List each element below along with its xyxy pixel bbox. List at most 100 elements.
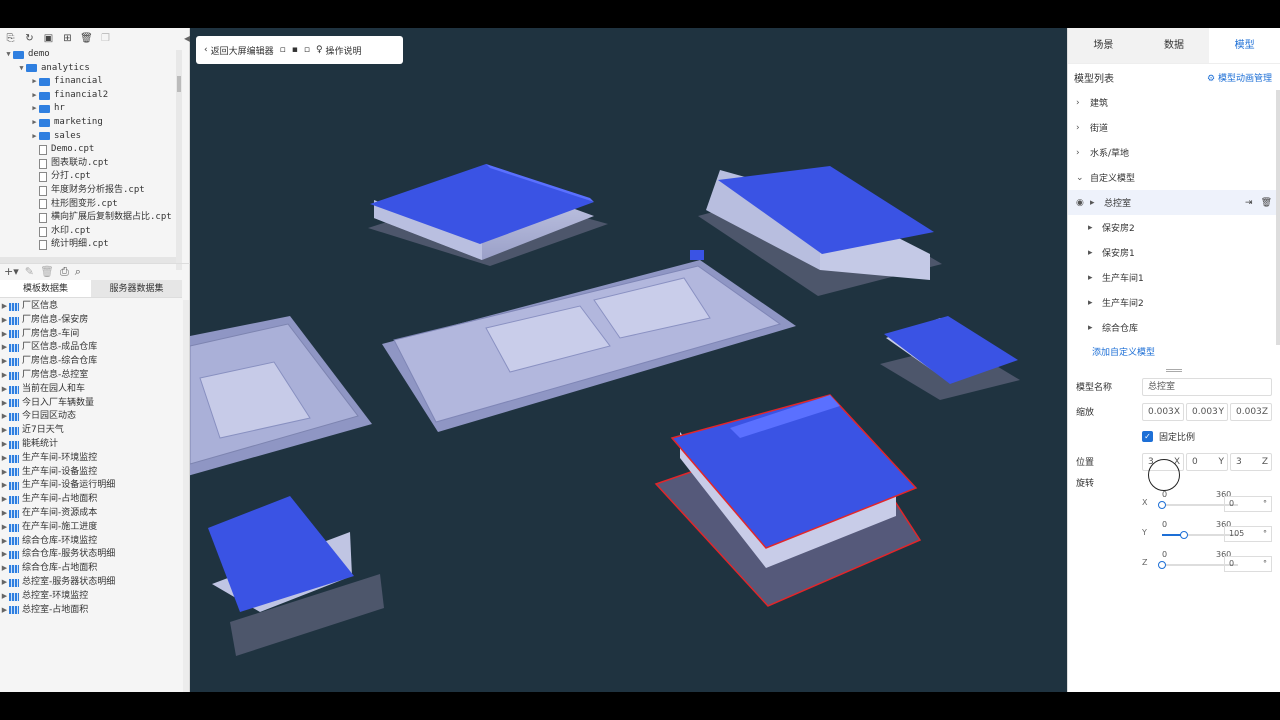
scale-input[interactable]: 0.003 Z [1230,402,1272,421]
add-dataset-icon[interactable]: +▾ [4,265,19,278]
expand-toggle-icon[interactable]: ▶ [0,369,9,383]
expand-toggle-icon[interactable]: ▶ [0,424,9,438]
model-group[interactable]: › 街道 [1068,115,1280,140]
slider-knob[interactable] [1158,501,1166,509]
expand-toggle-icon[interactable]: ▶ [0,438,9,452]
tab-0[interactable]: 场景 [1068,28,1139,63]
open-folder-icon[interactable]: ▣ [42,32,55,44]
expand-toggle-icon[interactable]: ▶ [30,75,39,89]
tree-folder[interactable]: ▼ demo [0,48,176,62]
view-side-icon[interactable]: ▫ [304,45,310,55]
scene-canvas[interactable] [190,28,1067,692]
tree-file[interactable]: 统计明细.cpt [0,238,176,252]
dataset-item[interactable]: ▶ 总控室-占地面积 [0,604,182,618]
tree-folder[interactable]: ▶ financial2 [0,89,176,103]
tree-scrollbar[interactable] [176,50,182,270]
dataset-item[interactable]: ▶ 生产车间-占地面积 [0,493,182,507]
scale-input[interactable]: 0.003 Y [1186,402,1228,421]
expand-toggle-icon[interactable]: ▶ [0,493,9,507]
new-file-icon[interactable]: ⎘ [4,32,17,44]
delete-icon[interactable]: 🗑 [80,32,93,44]
expand-toggle-icon[interactable]: ▶ [0,466,9,480]
dataset-scrollbar[interactable] [183,300,189,692]
dataset-item[interactable]: ▶ 厂区信息 [0,300,182,314]
dataset-item[interactable]: ▶ 当前在园人和车 [0,383,182,397]
building-warehouse-1[interactable] [368,164,608,266]
dataset-item[interactable]: ▶ 生产车间-环境监控 [0,452,182,466]
dataset-item[interactable]: ▶ 近7日天气 [0,424,182,438]
model-name-input[interactable]: 总控室 [1142,377,1272,396]
expand-toggle-icon[interactable]: ▶ [30,116,39,130]
expand-toggle-icon[interactable]: ▶ [30,130,39,144]
expand-toggle-icon[interactable]: ▶ [0,397,9,411]
model-item-selected[interactable]: ◉ ▸ 总控室 ⇥ 🗑 [1068,190,1280,215]
expand-toggle-icon[interactable]: ▶ [0,604,9,618]
dataset-item[interactable]: ▶ 厂房信息-车间 [0,328,182,342]
expand-toggle-icon[interactable]: ▶ [30,102,39,116]
rotation-value-input[interactable]: 105 ° [1224,526,1272,542]
dataset-item[interactable]: ▶ 厂房信息-保安房 [0,314,182,328]
tree-file[interactable]: 年度财务分析报告.cpt [0,184,176,198]
preview-icon[interactable]: ⎙ [60,265,69,279]
edit-icon[interactable]: ✎ [25,265,34,278]
expand-toggle-icon[interactable]: ▶ [0,507,9,521]
expand-toggle-icon[interactable]: ▶ [30,89,39,103]
delete-dataset-icon[interactable]: 🗑 [40,265,54,278]
dataset-item[interactable]: ▶ 厂区信息-成品仓库 [0,341,182,355]
dataset-item[interactable]: ▶ 综合仓库-占地面积 [0,562,182,576]
tree-file[interactable]: 水印.cpt [0,225,176,239]
tree-folder[interactable]: ▶ hr [0,102,176,116]
locate-icon[interactable]: ⇥ [1245,198,1253,208]
resize-grip[interactable] [1068,366,1280,374]
dataset-item[interactable]: ▶ 总控室-环境监控 [0,590,182,604]
expand-toggle-icon[interactable]: ▶ [0,314,9,328]
back-to-editor-button[interactable]: ‹ 返回大屏编辑器 [204,44,274,57]
dataset-item[interactable]: ▶ 厂房信息-综合仓库 [0,355,182,369]
tree-file[interactable]: 图表联动.cpt [0,157,176,171]
tree-folder[interactable]: ▶ marketing [0,116,176,130]
pos-input[interactable]: 0Y [1186,452,1228,471]
expand-toggle-icon[interactable]: ▶ [0,521,9,535]
model-group[interactable]: ⌄ 自定义模型 [1068,165,1280,190]
expand-toggle-icon[interactable]: ▶ [0,452,9,466]
expand-toggle-icon[interactable]: ▶ [0,562,9,576]
expand-toggle-icon[interactable]: ▶ [0,410,9,424]
tab-2[interactable]: 模型 [1209,28,1280,63]
tree-file[interactable]: 柱形图变形.cpt [0,198,176,212]
building-workshop-open[interactable] [190,316,372,478]
dataset-item[interactable]: ▶ 能耗统计 [0,438,182,452]
tree-folder[interactable]: ▼ analytics [0,62,176,76]
dataset-item[interactable]: ▶ 今日园区动态 [0,410,182,424]
expand-toggle-icon[interactable]: ▶ [0,576,9,590]
slider-knob[interactable] [1158,561,1166,569]
dataset-item[interactable]: ▶ 综合仓库-服务状态明细 [0,548,182,562]
model-list-scrollbar[interactable] [1276,90,1280,345]
expand-toggle-icon[interactable]: ▶ [0,328,9,342]
delete-model-icon[interactable]: 🗑 [1261,198,1272,208]
slider-knob[interactable] [1180,531,1189,539]
expand-toggle-icon[interactable]: ▶ [0,300,9,314]
rotation-value-input[interactable]: 0 ° [1224,556,1272,572]
tree-file[interactable]: Demo.cpt [0,143,176,157]
expand-toggle-icon[interactable]: ▼ [17,62,26,76]
view-top-icon[interactable]: ▪ [292,45,298,55]
lock-ratio-checkbox[interactable]: ✓ [1142,431,1153,442]
dataset-item[interactable]: ▶ 生产车间-设备运行明细 [0,479,182,493]
expand-toggle-icon[interactable]: ▶ [0,341,9,355]
tab-template-datasets[interactable]: 模板数据集 [0,280,91,297]
tab-1[interactable]: 数据 [1138,28,1210,63]
expand-toggle-icon[interactable]: ▶ [0,590,9,604]
view-front-icon[interactable]: ▫ [280,45,286,55]
pos-input[interactable]: 3Z [1230,452,1272,471]
building-warehouse-2[interactable] [698,166,942,296]
building-selected-control-room[interactable] [654,394,922,607]
dataset-item[interactable]: ▶ 在产车间-施工进度 [0,521,182,535]
search-dataset-icon[interactable]: ⌕ [75,265,81,279]
model-group[interactable]: › 建筑 [1068,90,1280,115]
eye-icon[interactable]: ◉ [1076,198,1090,208]
import-icon[interactable]: ⊞ [61,32,74,44]
dataset-item[interactable]: ▶ 今日入厂车辆数量 [0,397,182,411]
add-custom-model-link[interactable]: 添加自定义模型 [1068,340,1280,366]
sub-model-item[interactable]: ▸ 生产车间2 [1068,290,1280,315]
building-workshop-large[interactable] [382,250,796,432]
